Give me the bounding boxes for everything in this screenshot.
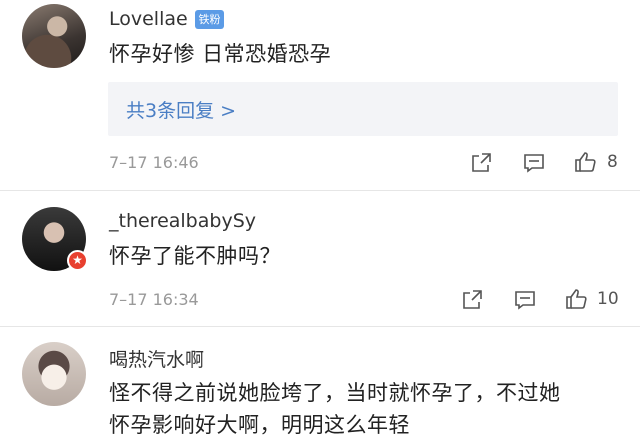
comment-text: 怀孕好惨 日常恐婚恐孕 <box>109 42 332 66</box>
comment-time: 7–17 16:34 <box>109 290 199 309</box>
share-icon[interactable] <box>460 288 484 312</box>
username[interactable]: _therealbabySy <box>109 210 256 232</box>
like-icon[interactable] <box>574 150 598 174</box>
username[interactable]: Lovellae <box>109 8 188 30</box>
comment-text-line1: 怪不得之前说她脸垮了，当时就怀孕了，不过她 <box>109 381 561 405</box>
like-count: 10 <box>597 289 619 309</box>
avatar-lovellae[interactable] <box>22 4 86 68</box>
view-replies-link[interactable]: 共3条回复 > <box>126 96 236 123</box>
comment-text: 怀孕了能不肿吗？ <box>109 244 281 268</box>
divider <box>0 326 640 327</box>
comment-text-line2: 怀孕影响好大啊，明明这么年轻 <box>109 413 410 437</box>
like-count: 8 <box>607 152 618 172</box>
comment-time: 7–17 16:46 <box>109 153 199 172</box>
verified-badge-icon: ★ <box>67 250 88 271</box>
divider <box>0 190 640 191</box>
username[interactable]: 喝热汽水啊 <box>109 345 204 372</box>
share-icon[interactable] <box>469 151 493 175</box>
comment-icon[interactable] <box>522 151 546 175</box>
comment-icon[interactable] <box>513 288 537 312</box>
like-icon[interactable] <box>565 287 589 311</box>
fan-badge: 铁粉 <box>195 10 224 29</box>
replies-box[interactable]: 共3条回复 > <box>108 82 618 136</box>
avatar-hereqishuia[interactable] <box>22 342 86 406</box>
